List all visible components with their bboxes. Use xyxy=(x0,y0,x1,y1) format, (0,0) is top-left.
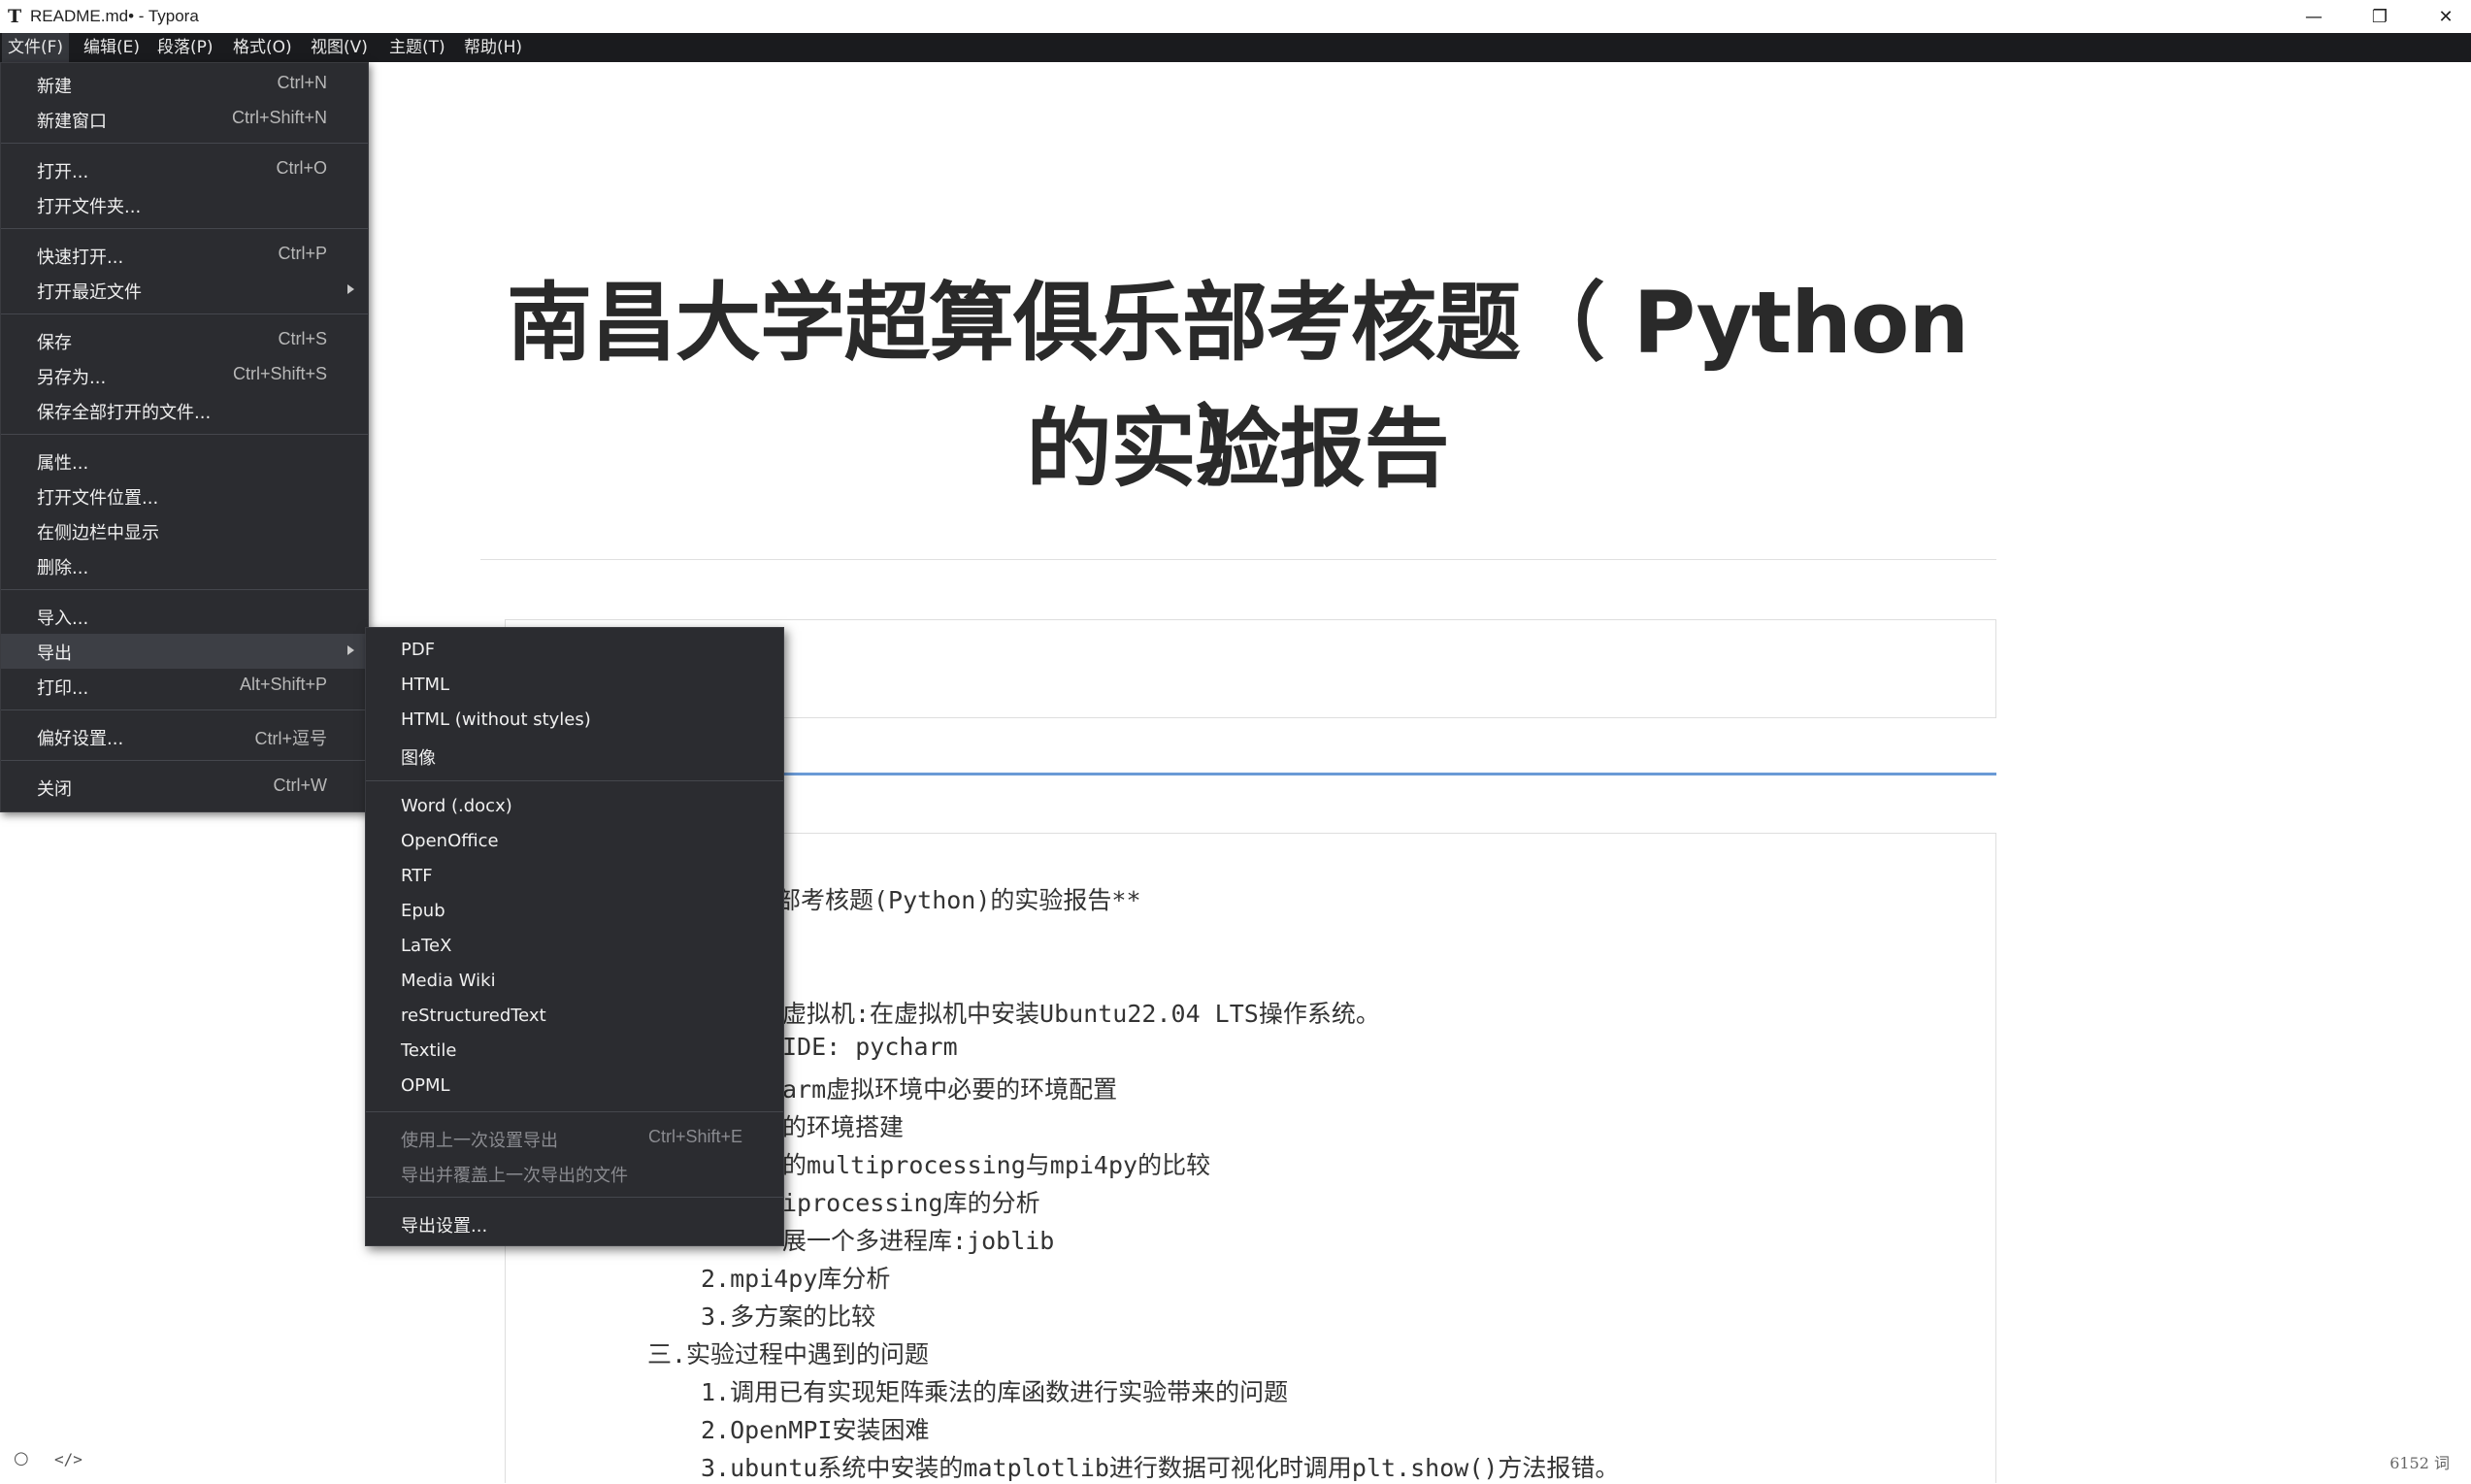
menu-item-save-all[interactable]: 保存全部打开的文件... xyxy=(1,393,368,428)
typora-app-icon: T xyxy=(8,6,22,27)
menu-bar: 文件(F) 编辑(E) 段落(P) 格式(O) 视图(V) 主题(T) 帮助(H… xyxy=(0,33,2471,62)
menu-item-delete[interactable]: 删除... xyxy=(1,548,368,583)
code-line: 3.ubuntu系统中安装的matplotlib进行数据可视化时调用plt.sh… xyxy=(701,1454,1620,1482)
export-with-previous-settings[interactable]: 使用上一次设置导出 Ctrl+Shift+E xyxy=(366,1121,783,1156)
export-opml[interactable]: OPML xyxy=(366,1070,783,1105)
menu-paragraph[interactable]: 段落(P) xyxy=(151,33,219,62)
code-line: arm虚拟环境中必要的环境配置 xyxy=(782,1075,1118,1104)
export-mediawiki[interactable]: Media Wiki xyxy=(366,965,783,1000)
export-html[interactable]: HTML xyxy=(366,669,783,704)
submenu-arrow-icon xyxy=(347,284,354,294)
menu-item-import[interactable]: 导入... xyxy=(1,599,368,634)
export-openoffice[interactable]: OpenOffice xyxy=(366,825,783,860)
menu-item-new-window[interactable]: 新建窗口 Ctrl+Shift+N xyxy=(1,102,368,137)
menu-file[interactable]: 文件(F) xyxy=(2,33,70,62)
menu-separator xyxy=(366,1111,783,1112)
heading-divider xyxy=(480,559,1996,560)
export-image[interactable]: 图像 xyxy=(366,739,783,774)
export-html-without-styles[interactable]: HTML (without styles) xyxy=(366,704,783,739)
export-rtf[interactable]: RTF xyxy=(366,860,783,895)
minimize-button[interactable]: — xyxy=(2285,0,2343,33)
menu-separator xyxy=(366,1197,783,1198)
menu-theme[interactable]: 主题(T) xyxy=(383,33,451,62)
file-menu: 新建 Ctrl+N 新建窗口 Ctrl+Shift+N 打开... Ctrl+O 打开… xyxy=(0,62,369,812)
source-code-mode-icon[interactable]: </> xyxy=(54,1450,82,1468)
code-line: IDE: pycharm xyxy=(782,1033,958,1061)
menu-item-properties[interactable]: 属性... xyxy=(1,444,368,478)
menu-separator xyxy=(1,589,368,590)
menu-item-open-file-location[interactable]: 打开文件位置... xyxy=(1,478,368,513)
menu-separator xyxy=(1,434,368,435)
document-heading-line2[interactable]: 的实验报告 xyxy=(485,380,1990,504)
menu-item-export[interactable]: 导出 xyxy=(1,634,368,669)
export-and-overwrite[interactable]: 导出并覆盖上一次导出的文件 xyxy=(366,1156,783,1191)
menu-item-close[interactable]: 关闭 Ctrl+W xyxy=(1,770,368,805)
menu-help[interactable]: 帮助(H) xyxy=(458,33,528,62)
export-textile[interactable]: Textile xyxy=(366,1035,783,1070)
menu-item-new[interactable]: 新建 Ctrl+N xyxy=(1,67,368,102)
menu-item-save-as[interactable]: 另存为... Ctrl+Shift+S xyxy=(1,358,368,393)
export-word[interactable]: Word (.docx) xyxy=(366,790,783,825)
code-line: 的环境搭建 xyxy=(782,1113,905,1141)
code-line: 2.OpenMPI安装困难 xyxy=(701,1416,930,1444)
menu-item-open-folder[interactable]: 打开文件夹... xyxy=(1,187,368,222)
menu-item-quick-open[interactable]: 快速打开... Ctrl+P xyxy=(1,238,368,273)
code-line: 的multiprocessing与mpi4py的比较 xyxy=(782,1151,1211,1179)
menu-separator xyxy=(1,709,368,710)
menu-item-preferences[interactable]: 偏好设置... Ctrl+逗号 xyxy=(1,719,368,754)
menu-item-print[interactable]: 打印... Alt+Shift+P xyxy=(1,669,368,704)
menu-separator xyxy=(1,760,368,761)
menu-separator xyxy=(1,143,368,144)
export-pdf[interactable]: PDF xyxy=(366,634,783,669)
submenu-arrow-icon xyxy=(347,645,354,655)
menu-separator xyxy=(1,228,368,229)
code-line: 部考核题(Python)的实验报告** xyxy=(776,886,1141,914)
code-line: 1.调用已有实现矩阵乘法的库函数进行实验带来的问题 xyxy=(701,1378,1289,1406)
export-epub[interactable]: Epub xyxy=(366,895,783,930)
menu-item-reveal-in-sidebar[interactable]: 在侧边栏中显示 xyxy=(1,513,368,548)
title-bar: T README.md• - Typora — ❐ ✕ xyxy=(0,0,2471,33)
code-line: 3.多方案的比较 xyxy=(701,1303,876,1331)
window-title: README.md• - Typora xyxy=(30,7,199,25)
export-latex[interactable]: LaTeX xyxy=(366,930,783,965)
export-submenu: PDF HTML HTML (without styles) 图像 Word (… xyxy=(365,627,784,1246)
maximize-button[interactable]: ❐ xyxy=(2351,0,2409,33)
export-settings[interactable]: 导出设置... xyxy=(366,1206,783,1241)
menu-view[interactable]: 视图(V) xyxy=(305,33,374,62)
menu-format[interactable]: 格式(O) xyxy=(227,33,298,62)
menu-separator xyxy=(1,313,368,314)
export-restructuredtext[interactable]: reStructuredText xyxy=(366,1000,783,1035)
code-line: iprocessing库的分析 xyxy=(782,1189,1040,1217)
menu-item-save[interactable]: 保存 Ctrl+S xyxy=(1,323,368,358)
menu-separator xyxy=(366,780,783,781)
outline-toggle-icon[interactable]: ○ xyxy=(14,1448,29,1468)
menu-item-open[interactable]: 打开... Ctrl+O xyxy=(1,152,368,187)
word-count[interactable]: 6152 词 xyxy=(2389,1450,2450,1473)
close-button[interactable]: ✕ xyxy=(2417,0,2471,33)
code-line: 2.mpi4py库分析 xyxy=(701,1265,891,1293)
code-line: 虚拟机:在虚拟机中安装Ubuntu22.04 LTS操作系统。 xyxy=(782,1000,1380,1028)
code-line: 三.实验过程中遇到的问题 xyxy=(647,1340,930,1369)
code-line: 展一个多进程库:joblib xyxy=(782,1227,1055,1255)
menu-item-open-recent[interactable]: 打开最近文件 xyxy=(1,273,368,308)
menu-edit[interactable]: 编辑(E) xyxy=(78,33,146,62)
